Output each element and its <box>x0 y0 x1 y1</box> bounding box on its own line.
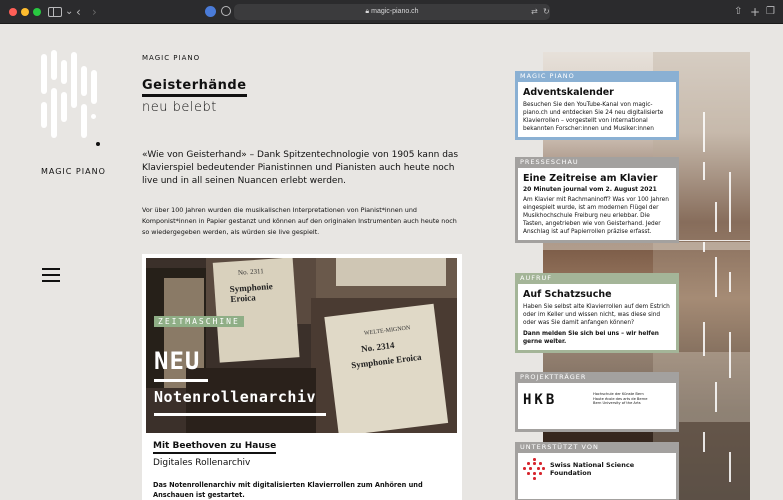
extension-icon[interactable] <box>205 6 216 17</box>
chevron-down-icon[interactable]: ⌄ <box>65 5 73 19</box>
zoom-window-button[interactable] <box>33 8 41 16</box>
close-window-button[interactable] <box>9 8 17 16</box>
card-advent-calendar[interactable]: MAGIC PIANO Adventskalender Besuchen Sie… <box>515 71 679 140</box>
feature-card[interactable]: No. 2311 Symphonie Eroica WELTE-MIGNON N… <box>142 254 462 500</box>
lock-icon: 🔒︎ <box>365 8 370 15</box>
feature-title-link[interactable]: Mit Beethoven zu Hause <box>153 441 277 454</box>
feature-image[interactable]: No. 2311 Symphonie Eroica WELTE-MIGNON N… <box>146 258 457 433</box>
address-bar[interactable]: 🔒︎ magic-piano.ch <box>234 4 550 20</box>
feature-headline: NEU <box>154 347 201 375</box>
back-button[interactable]: ‹ <box>76 5 81 19</box>
tabs-overview-icon[interactable]: ❐ <box>766 5 775 19</box>
menu-icon[interactable] <box>42 268 60 282</box>
card-text: Am Klavier mit Rachmaninoff? Was vor 100… <box>523 197 669 235</box>
card-category: MAGIC PIANO <box>520 72 575 80</box>
card-title[interactable]: Adventskalender <box>523 87 671 99</box>
feature-subtitle: Digitales Rollenarchiv <box>153 458 251 468</box>
card-category: UNTERSTÜTZT VON <box>520 443 599 451</box>
feature-tag: ZEITMASCHINE <box>154 316 244 327</box>
share-icon[interactable]: ⇧ <box>734 5 742 19</box>
card-category: PROJEKTTRÄGER <box>520 373 587 381</box>
card-cta: Dann melden Sie sich bei uns – wir helfe… <box>523 331 659 345</box>
headline-underline <box>154 379 208 382</box>
translate-icon[interactable]: ⇄ <box>531 5 538 19</box>
page-title: Geisterhände <box>142 78 247 97</box>
magic-piano-logo[interactable] <box>41 50 105 154</box>
card-text: Besuchen Sie den YouTube-Kanal von magic… <box>523 102 664 132</box>
card-press-review[interactable]: PRESSESCHAU Eine Zeitreise am Klavier 20… <box>515 157 679 243</box>
browser-toolbar: ⌄ ‹ › 🔒︎ magic-piano.ch ⇄ ↻ ⇧ + ❐ <box>0 0 783 24</box>
card-supported-by[interactable]: UNTERSTÜTZT VON Swiss National Science F… <box>515 442 679 500</box>
intro-lead: «Wie von Geisterhand» – Dank Spitzentech… <box>142 150 459 186</box>
piano-roll-boxes-image <box>146 258 457 433</box>
privacy-report-icon[interactable] <box>221 6 231 16</box>
snsf-name: Swiss National Science Foundation <box>550 461 635 477</box>
card-call-for-rolls[interactable]: AUFRUF Auf Schatzsuche Haben Sie selbst … <box>515 273 679 353</box>
card-source: 20 Minuten journal vom 2. August 2021 <box>523 186 657 193</box>
snsf-dots-icon <box>523 458 545 480</box>
feature-subheadline: Notenrollenarchiv <box>154 388 317 406</box>
logo-text: MAGIC PIANO <box>41 167 106 176</box>
address-text: magic-piano.ch <box>371 8 419 15</box>
card-category: AUFRUF <box>520 274 552 282</box>
card-category: PRESSESCHAU <box>520 158 579 166</box>
reload-icon[interactable]: ↻ <box>543 5 550 19</box>
card-title[interactable]: Auf Schatzsuche <box>523 289 671 301</box>
snsf-logo[interactable]: Swiss National Science Foundation <box>523 458 671 480</box>
card-title[interactable]: Eine Zeitreise am Klavier <box>523 173 671 185</box>
intro-body: Vor über 100 Jahren wurden die musikalis… <box>142 206 457 236</box>
new-tab-icon[interactable]: + <box>750 5 760 19</box>
web-page: MAGIC PIANO MAGIC PIANO Geisterhände neu… <box>0 24 783 500</box>
subheadline-underline <box>154 413 326 416</box>
sidebar-toggle-icon[interactable] <box>48 7 62 17</box>
minimize-window-button[interactable] <box>21 8 29 16</box>
feature-text: Das Notenrollenarchiv mit digitalisierte… <box>153 481 423 499</box>
forward-button[interactable]: › <box>92 5 97 19</box>
roll-label-title: Symphonie Eroica <box>229 281 273 305</box>
card-project-sponsor[interactable]: PROJEKTTRÄGER HKB Hochschule der Künste … <box>515 372 679 432</box>
hkb-logo-subtext: Hochschule der Künste Bern Haute école d… <box>593 392 648 405</box>
page-subtitle: neu belebt <box>142 100 217 115</box>
card-text: Haben Sie selbst alte Klavierrollen auf … <box>523 304 670 326</box>
site-label: MAGIC PIANO <box>142 54 201 62</box>
